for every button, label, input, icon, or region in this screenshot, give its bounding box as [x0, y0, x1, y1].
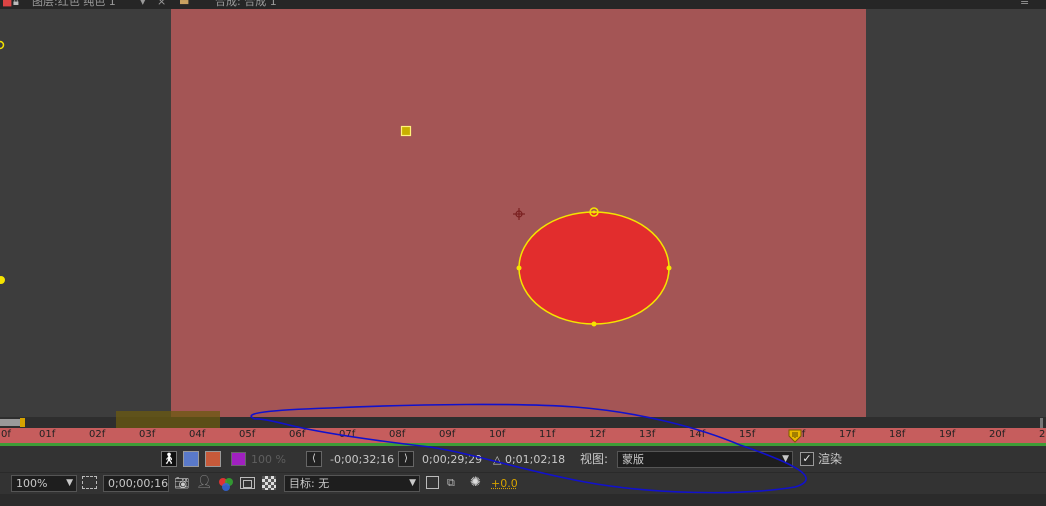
set-in-point-icon[interactable]: ⟨ — [306, 451, 322, 467]
ruler-tick: 18f — [889, 429, 906, 440]
exposure-value[interactable]: +0.0 — [491, 476, 518, 492]
work-area-bar[interactable] — [116, 411, 220, 428]
out-point[interactable]: 0;00;29;29 — [422, 452, 482, 468]
close-icon[interactable]: ■ — [2, 0, 12, 9]
ruler-tick: 08f — [389, 429, 406, 440]
view-label: 视图: — [580, 452, 609, 466]
current-time-field[interactable]: 0;00;00;16 — [103, 475, 169, 492]
run-icon[interactable]: 🚶︎ — [161, 451, 177, 467]
render-checkbox[interactable]: ✓ — [800, 452, 814, 466]
in-point[interactable]: -0;00;32;16 — [330, 452, 394, 468]
ruler-tick: 0f — [1, 429, 11, 440]
target-value: 目标: 无 — [289, 477, 330, 490]
start-marker[interactable] — [20, 418, 25, 427]
dropdown-arrow-icon: ▼ — [409, 478, 416, 488]
panel-menu-icon[interactable]: ≡ — [1020, 0, 1029, 9]
ruler-tick: 10f — [489, 429, 506, 440]
show-snapshot-icon[interactable]: 👤︎ — [196, 476, 213, 492]
composition-canvas[interactable] — [171, 9, 866, 417]
ruler-tick: 11f — [539, 429, 556, 440]
3d-view-icon[interactable] — [426, 476, 439, 489]
flowchart-icon[interactable]: ⧉ — [447, 476, 463, 492]
tab-dropdown-icon[interactable]: ▾ — [140, 0, 146, 9]
frame-blend-icon[interactable] — [183, 451, 199, 467]
camera-icon[interactable]: 📷︎ — [174, 476, 190, 492]
dropdown-arrow-icon: ▼ — [66, 478, 73, 488]
ruler-tick: 09f — [439, 429, 456, 440]
ruler-tick: 17f — [839, 429, 856, 440]
ruler-tick: 07f — [339, 429, 356, 440]
channels-icon[interactable] — [217, 476, 235, 492]
dropdown-arrow-icon: ▼ — [782, 454, 789, 464]
opacity-value[interactable]: 100 % — [251, 452, 286, 468]
ruler-tick: 21 — [1039, 429, 1046, 440]
ruler-tick: 20f — [989, 429, 1006, 440]
ruler-tick: 02f — [89, 429, 106, 440]
ruler-tick: 12f — [589, 429, 606, 440]
time-ruler[interactable]: 0f 01f 02f 03f 04f 05f 06f 07f 08f 09f 1… — [0, 428, 1046, 443]
transparency-grid-icon[interactable] — [262, 476, 276, 490]
tab-bar: ■ 🔒︎ 图层:红色 纯色 1 ▾ × ▬ 合成: 合成 1 ≡ — [0, 0, 1046, 9]
ruler-tick: 06f — [289, 429, 306, 440]
motion-blur-icon[interactable] — [205, 451, 221, 467]
view-value: 蒙版 — [622, 453, 644, 466]
bottom-panel-edge — [0, 494, 1046, 506]
safe-margins-icon[interactable] — [240, 477, 255, 489]
tab-close-icon[interactable]: × — [157, 0, 166, 9]
layer-controls-row: 🚶︎ 100 % ⟨ -0;00;32;16 ⟩ 0;00;29;29 △ 0;… — [0, 446, 1046, 472]
playhead-icon[interactable] — [788, 429, 802, 444]
ruler-tick: 04f — [189, 429, 206, 440]
duration: △ 0;01;02;18 — [493, 453, 566, 466]
viewer-controls-row: 100% ▼ 0;00;00;16 📷︎ 👤︎ 目标: 无 ▼ ⧉ ✺ +0.0 — [0, 472, 1046, 495]
render-label: 渲染 — [818, 452, 843, 466]
tab-composition[interactable]: 合成: 合成 1 — [215, 0, 277, 9]
color-swatch[interactable] — [231, 452, 246, 466]
end-marker[interactable] — [1040, 418, 1043, 428]
set-out-point-icon[interactable]: ⟩ — [398, 451, 414, 467]
ruler-tick: 05f — [239, 429, 256, 440]
composition-icon: ▬ — [179, 0, 190, 8]
ruler-tick: 14f — [689, 429, 706, 440]
ruler-tick: 13f — [639, 429, 656, 440]
lock-icon[interactable]: 🔒︎ — [13, 0, 19, 9]
view-dropdown[interactable]: 蒙版 ▼ — [617, 451, 793, 468]
region-of-interest-icon[interactable] — [82, 476, 97, 489]
zoom-value: 100% — [16, 477, 48, 490]
exposure-icon[interactable]: ✺ — [470, 476, 486, 492]
ruler-tick: 03f — [139, 429, 156, 440]
ruler-tick: 15f — [739, 429, 756, 440]
zoom-dropdown[interactable]: 100% ▼ — [11, 475, 77, 492]
scroll-thumb[interactable] — [0, 419, 22, 426]
ruler-tick: 19f — [939, 429, 956, 440]
current-time-value: 0;00;00;16 — [108, 477, 169, 490]
ruler-tick: 01f — [39, 429, 56, 440]
target-dropdown[interactable]: 目标: 无 ▼ — [284, 475, 420, 492]
tab-layer[interactable]: 图层:红色 纯色 1 — [32, 0, 116, 9]
